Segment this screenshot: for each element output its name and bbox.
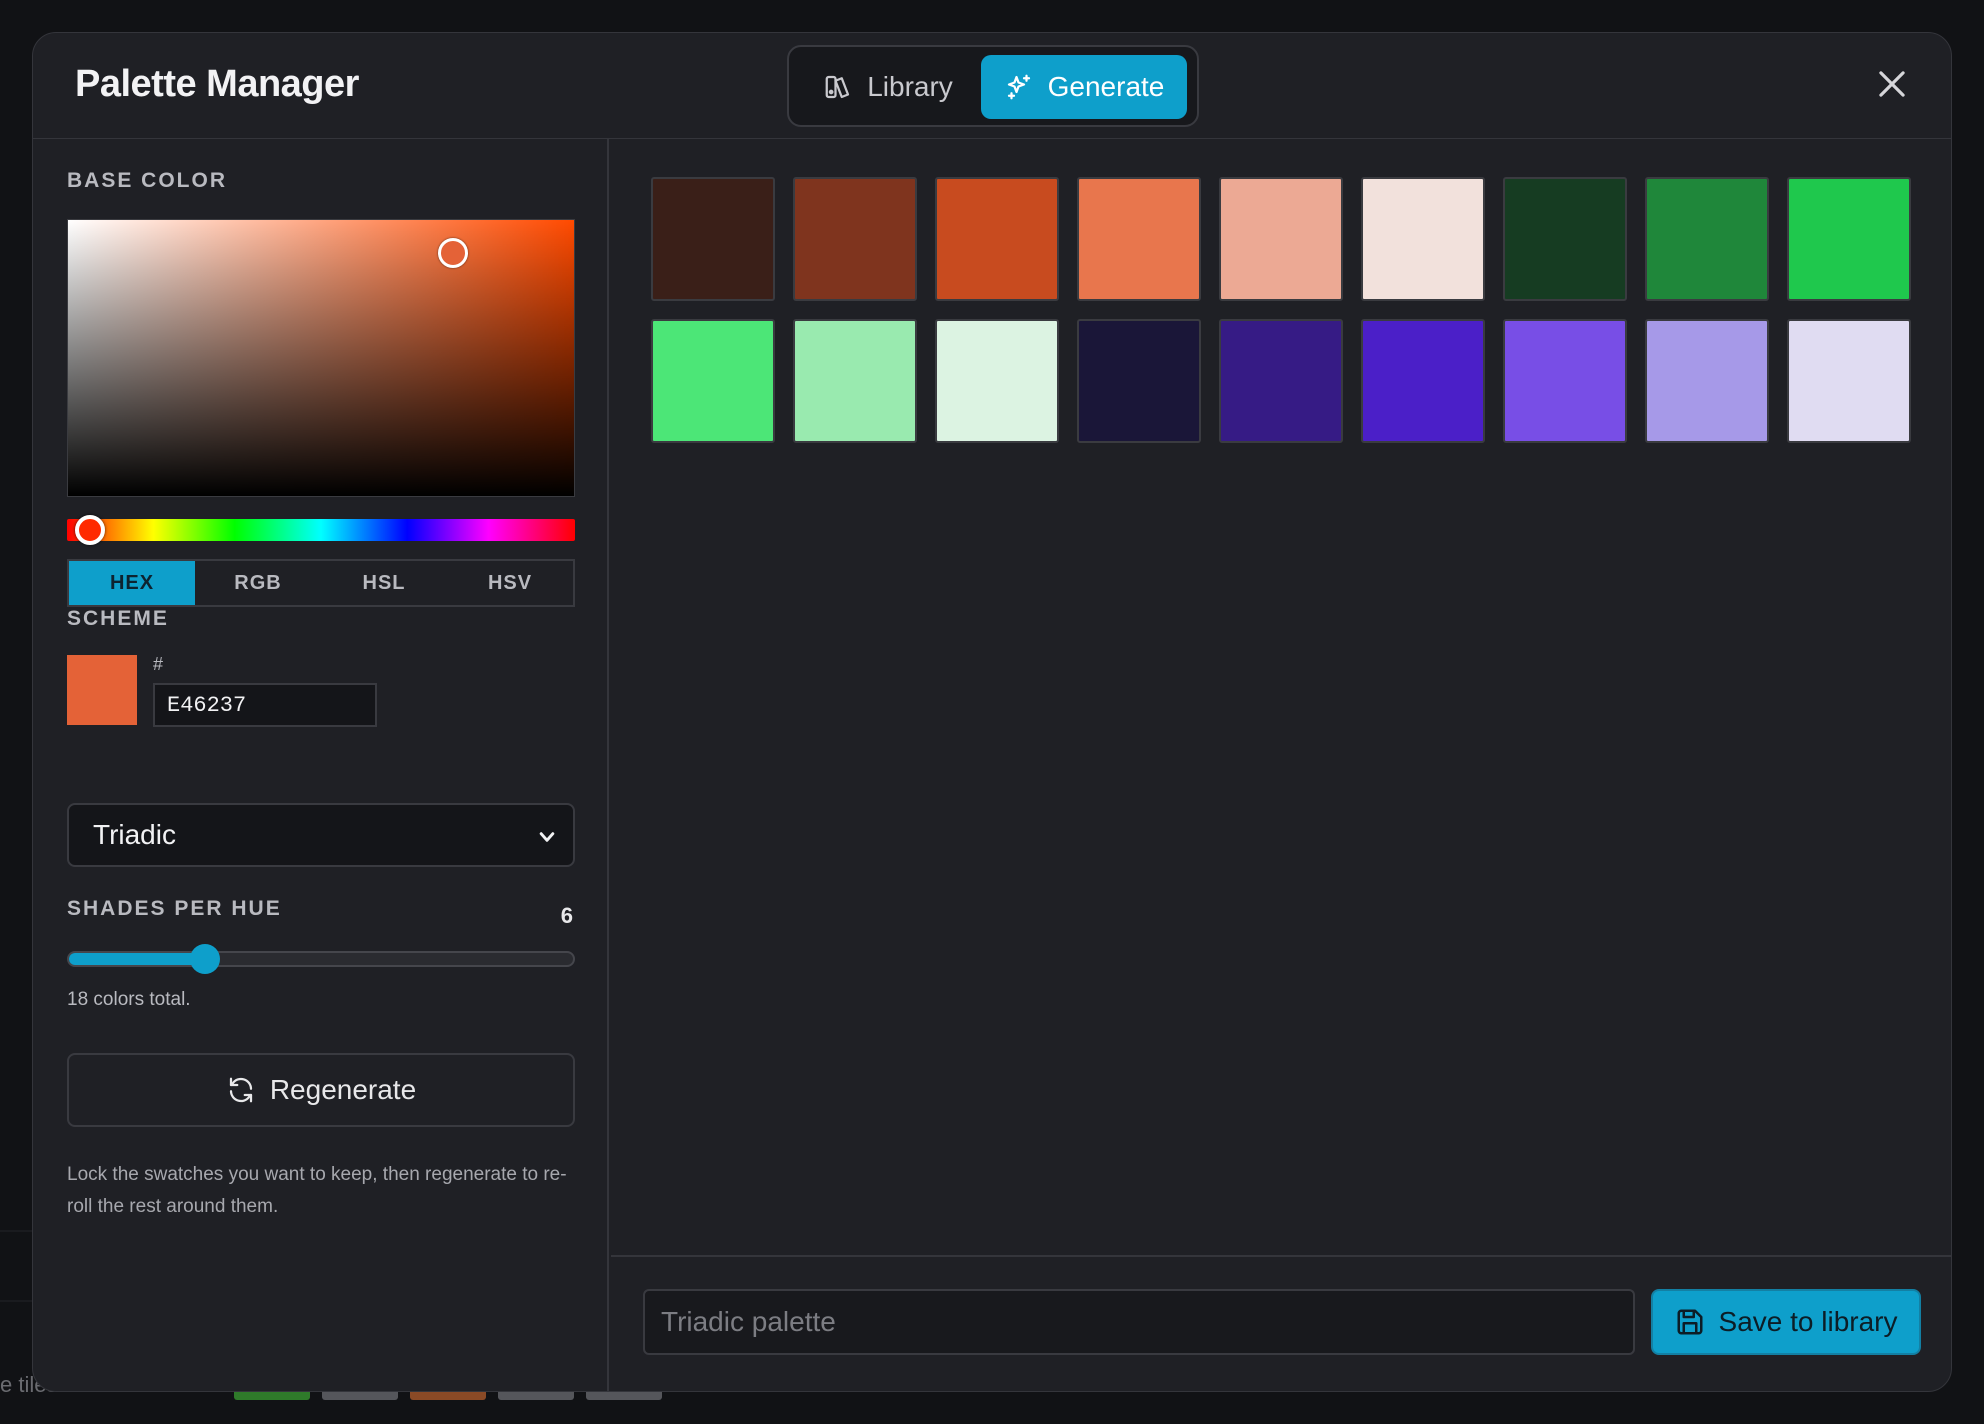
palette-swatch[interactable]	[793, 319, 917, 443]
chevron-down-icon	[539, 832, 555, 842]
palette-swatch[interactable]	[1645, 319, 1769, 443]
palette-swatch[interactable]	[1787, 177, 1911, 301]
palette-swatch[interactable]	[651, 319, 775, 443]
mode-tabs: Library Generate	[787, 45, 1199, 127]
save-to-library-label: Save to library	[1718, 1306, 1898, 1337]
shades-per-hue-label: SHADES PER HUE	[67, 897, 282, 920]
hue-slider-handle[interactable]	[75, 515, 105, 545]
palette-swatch[interactable]	[1361, 177, 1485, 301]
color-format-tabs: HEX RGB HSL HSV	[67, 559, 575, 607]
palette-swatch[interactable]	[1219, 319, 1343, 443]
hex-hash-label: #	[153, 654, 164, 674]
palette-swatch[interactable]	[1219, 177, 1343, 301]
format-tab-hsv[interactable]: HSV	[447, 561, 573, 605]
shades-slider-thumb[interactable]	[190, 944, 221, 974]
palette-panel: Save to library	[611, 139, 1951, 1391]
scheme-label: SCHEME	[67, 607, 169, 630]
shades-slider-fill	[69, 953, 206, 965]
sparkles-icon	[1007, 74, 1030, 100]
swatch-grid	[651, 177, 1913, 443]
colors-total-text: 18 colors total.	[67, 989, 191, 1010]
close-icon	[1879, 71, 1905, 97]
palette-swatch[interactable]	[1787, 319, 1911, 443]
palette-name-input[interactable]	[643, 1289, 1635, 1355]
save-to-library-button[interactable]: Save to library	[1651, 1289, 1921, 1355]
close-button[interactable]	[1873, 65, 1911, 103]
palette-swatch[interactable]	[1077, 177, 1201, 301]
format-tab-hsl[interactable]: HSL	[321, 561, 447, 605]
format-tab-rgb[interactable]: RGB	[195, 561, 321, 605]
tab-generate[interactable]: Generate	[981, 55, 1187, 119]
palette-swatch[interactable]	[935, 319, 1059, 443]
hue-slider[interactable]	[67, 515, 575, 545]
palette-swatch[interactable]	[1645, 177, 1769, 301]
save-bar: Save to library	[611, 1255, 1951, 1391]
palette-manager-dialog: Palette Manager Library Generate BASE CO…	[32, 32, 1952, 1392]
controls-panel: BASE COLOR HEX RGB HSL HSV # E46237 SCHE…	[33, 139, 609, 1391]
tab-library-label: Library	[867, 71, 953, 102]
dialog-header: Palette Manager Library Generate	[33, 33, 1951, 139]
backdrop-divider	[0, 1300, 32, 1302]
base-color-label: BASE COLOR	[67, 169, 228, 192]
dialog-title: Palette Manager	[75, 63, 359, 105]
palette-swatch[interactable]	[1503, 177, 1627, 301]
saturation-value-handle[interactable]	[438, 238, 468, 268]
shades-slider[interactable]	[67, 944, 575, 974]
saturation-value-picker[interactable]	[67, 219, 575, 497]
regenerate-button[interactable]: Regenerate	[67, 1053, 575, 1127]
regenerate-label: Regenerate	[269, 1074, 417, 1105]
tab-generate-label: Generate	[1047, 71, 1165, 102]
library-icon	[825, 75, 850, 99]
tab-library[interactable]: Library	[803, 55, 973, 119]
refresh-icon	[229, 1077, 252, 1103]
palette-swatch[interactable]	[1077, 319, 1201, 443]
base-color-preview	[67, 655, 137, 725]
scheme-select-value: Triadic	[93, 819, 176, 850]
save-icon	[1677, 1309, 1703, 1335]
shades-per-hue-value: 6	[560, 903, 573, 928]
palette-swatch[interactable]	[793, 177, 917, 301]
hex-input[interactable]: E46237	[153, 683, 377, 727]
palette-swatch[interactable]	[1503, 319, 1627, 443]
scheme-select[interactable]: Triadic	[67, 803, 575, 867]
palette-swatch[interactable]	[1361, 319, 1485, 443]
backdrop-divider	[0, 1230, 32, 1232]
palette-swatch[interactable]	[651, 177, 775, 301]
format-tab-hex[interactable]: HEX	[69, 561, 195, 605]
regenerate-hint: Lock the swatches you want to keep, then…	[67, 1164, 567, 1217]
palette-swatch[interactable]	[935, 177, 1059, 301]
